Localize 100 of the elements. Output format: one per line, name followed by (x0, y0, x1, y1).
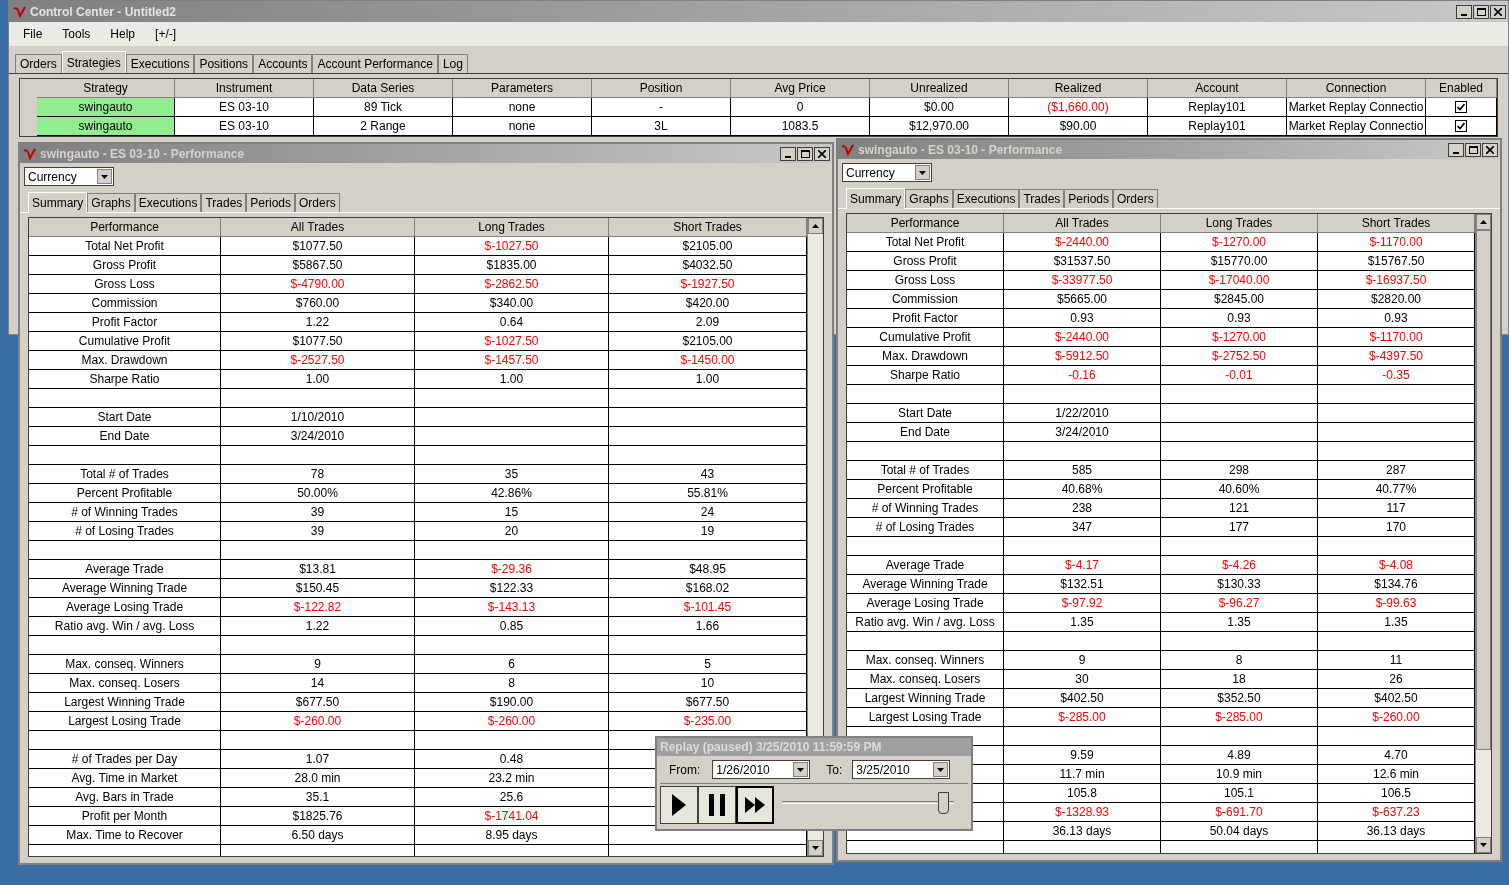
menu-item[interactable]: [+/-] (147, 25, 185, 43)
currency-dropdown[interactable]: Currency (842, 163, 932, 182)
column-header[interactable]: Connection (1287, 79, 1426, 98)
close-icon (818, 149, 826, 158)
table-cell: $-1270.00 (1161, 233, 1318, 252)
metric-label: Total Net Profit (29, 237, 221, 256)
column-header[interactable]: Short Trades (609, 218, 807, 237)
column-header[interactable]: Long Trades (415, 218, 609, 237)
maximize-icon (1468, 145, 1478, 154)
panel-tab[interactable]: Graphs (905, 189, 953, 208)
column-header[interactable]: Performance (29, 218, 221, 237)
metric-label: Ratio avg. Win / avg. Loss (847, 613, 1004, 632)
table-cell: $90.00 (1009, 117, 1148, 136)
panel-tab[interactable]: Periods (1064, 189, 1113, 208)
column-header[interactable]: Realized (1009, 79, 1148, 98)
close-button[interactable] (1482, 142, 1498, 157)
table-cell: 8 (1161, 651, 1318, 670)
panel-tab[interactable]: Orders (295, 193, 340, 212)
dialog-title: Replay (paused) 3/25/2010 11:59:59 PM (660, 739, 882, 756)
table-cell: $760.00 (221, 294, 415, 313)
caret-icon (919, 170, 926, 175)
panel-tab[interactable]: Periods (246, 193, 295, 212)
maximize-button[interactable] (797, 146, 813, 161)
column-header[interactable]: Short Trades (1318, 214, 1475, 233)
table-cell: $1835.00 (415, 256, 609, 275)
enabled-checkbox[interactable] (1455, 120, 1467, 132)
table-cell: none (453, 98, 592, 117)
column-header[interactable]: All Trades (221, 218, 415, 237)
window-title: Control Center - Untitled2 (30, 3, 177, 21)
pause-button[interactable] (698, 786, 736, 824)
main-tab[interactable]: Positions (194, 54, 254, 73)
metric-label: Commission (29, 294, 221, 313)
main-tab[interactable]: Strategies (61, 51, 126, 73)
scroll-up-button[interactable] (1476, 214, 1491, 230)
from-date-dropdown[interactable]: 1/26/2010 (712, 760, 811, 779)
maximize-button[interactable] (1465, 142, 1481, 157)
metric-label: Profit Factor (29, 313, 221, 332)
column-header[interactable]: Unrealized (870, 79, 1009, 98)
close-icon (1494, 7, 1502, 16)
table-cell: $-33977.50 (1004, 271, 1161, 290)
column-header[interactable]: Parameters (453, 79, 592, 98)
menu-item[interactable]: Tools (54, 25, 99, 43)
main-tab[interactable]: Orders (15, 54, 62, 73)
table-cell: $1825.76 (221, 807, 415, 826)
metric-label: Start Date (847, 404, 1004, 423)
scroll-down-button[interactable] (808, 840, 823, 856)
column-header[interactable]: Enabled (1426, 79, 1497, 98)
column-header[interactable]: Performance (847, 214, 1004, 233)
scroll-down-button[interactable] (1476, 837, 1491, 853)
main-tab[interactable]: Executions (125, 54, 195, 73)
table-cell: 18 (1161, 670, 1318, 689)
close-button[interactable] (1490, 4, 1506, 19)
main-tab[interactable]: Accounts (253, 54, 313, 73)
logo-icon (13, 5, 27, 18)
table-cell: $168.02 (609, 579, 807, 598)
column-header[interactable]: Avg Price (731, 79, 870, 98)
table-cell: $-1027.50 (415, 237, 609, 256)
table-cell: $-2440.00 (1004, 328, 1161, 347)
panel-tab[interactable]: Graphs (87, 193, 135, 212)
column-header[interactable]: Data Series (314, 79, 453, 98)
maximize-button[interactable] (1473, 4, 1489, 19)
table-cell: 1.00 (415, 370, 609, 389)
panel-tab[interactable]: Trades (201, 193, 247, 212)
panel-tab[interactable]: Summary (28, 192, 88, 213)
minimize-button[interactable] (1448, 142, 1464, 157)
play-button[interactable] (660, 786, 698, 824)
panel-tab[interactable]: Summary (846, 188, 906, 209)
main-tab[interactable]: Log (437, 54, 468, 73)
panel-tab[interactable]: Trades (1019, 189, 1065, 208)
column-header[interactable]: Account (1148, 79, 1287, 98)
column-header[interactable]: Long Trades (1161, 214, 1318, 233)
table-cell: $1077.50 (221, 332, 415, 351)
metric-label: Average Winning Trade (847, 575, 1004, 594)
column-header[interactable]: Position (592, 79, 731, 98)
table-cell: $-2440.00 (1004, 233, 1161, 252)
to-date-dropdown[interactable]: 3/25/2010 (852, 760, 951, 779)
minimize-button[interactable] (780, 146, 796, 161)
panel-tab[interactable]: Orders (1113, 189, 1158, 208)
table-cell: swingauto (37, 98, 175, 117)
window-title: swingauto - ES 03-10 - Performance (40, 145, 246, 163)
close-button[interactable] (814, 146, 830, 161)
panel-tab[interactable]: Executions (952, 189, 1020, 208)
column-header[interactable]: Instrument (175, 79, 314, 98)
panel-tab[interactable]: Executions (134, 193, 202, 212)
table-cell: 9 (1004, 651, 1161, 670)
metric-label: Max. conseq. Losers (29, 674, 221, 693)
table-cell: $-17040.00 (1161, 271, 1318, 290)
column-header[interactable]: All Trades (1004, 214, 1161, 233)
scroll-up-button[interactable] (808, 218, 823, 234)
main-tab[interactable]: Account Performance (312, 54, 438, 73)
table-cell: 25.6 (415, 788, 609, 807)
minimize-button[interactable] (1456, 4, 1472, 19)
currency-dropdown[interactable]: Currency (24, 167, 114, 186)
fast-forward-button[interactable] (736, 786, 774, 824)
menu-item[interactable]: File (15, 25, 51, 43)
column-header[interactable]: Strategy (37, 79, 175, 98)
metric-label: Avg. Bars in Trade (29, 788, 221, 807)
menu-item[interactable]: Help (102, 25, 144, 43)
slider-thumb[interactable] (937, 792, 949, 814)
enabled-checkbox[interactable] (1455, 101, 1467, 113)
